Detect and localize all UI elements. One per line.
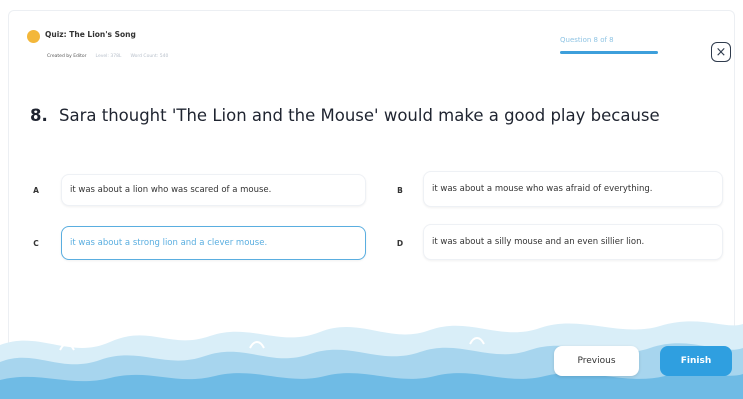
option-c-text: it was about a strong lion and a clever … <box>70 237 268 248</box>
option-d-text: it was about a silly mouse and an even s… <box>432 236 645 247</box>
option-a[interactable]: it was about a lion who was scared of a … <box>61 174 366 206</box>
question-heading: 8. Sara thought 'The Lion and the Mouse'… <box>30 106 660 125</box>
option-d[interactable]: it was about a silly mouse and an even s… <box>423 224 723 260</box>
option-b-text: it was about a mouse who was afraid of e… <box>432 183 653 194</box>
option-b[interactable]: it was about a mouse who was afraid of e… <box>423 171 723 207</box>
question-number: 8. <box>30 106 48 125</box>
quiz-title: Quiz: The Lion's Song <box>45 30 136 39</box>
option-d-letter: D <box>396 238 404 248</box>
option-a-text: it was about a lion who was scared of a … <box>70 184 272 195</box>
question-counter: Question 8 of 8 <box>560 36 614 44</box>
option-a-letter: A <box>33 185 39 195</box>
previous-button[interactable]: Previous <box>554 346 639 376</box>
close-button[interactable]: × <box>711 42 731 62</box>
meta-author: Created by Editor <box>47 54 87 59</box>
meta-word-count: Word Count: 540 <box>130 54 169 59</box>
question-progress-bar <box>560 51 658 54</box>
close-icon: × <box>715 44 727 60</box>
question-text: Sara thought 'The Lion and the Mouse' wo… <box>59 106 660 125</box>
quiz-dot-icon <box>27 30 40 43</box>
ocean-waves-decoration <box>0 321 743 399</box>
quiz-header: Quiz: The Lion's Song <box>27 29 136 43</box>
quiz-meta: Created by Editor Level: 378L Word Count… <box>47 54 168 59</box>
finish-button[interactable]: Finish <box>660 346 732 376</box>
option-c-letter: C <box>33 238 39 248</box>
option-b-letter: B <box>397 185 403 195</box>
meta-level: Level: 378L <box>95 54 122 59</box>
option-c[interactable]: it was about a strong lion and a clever … <box>61 226 366 260</box>
